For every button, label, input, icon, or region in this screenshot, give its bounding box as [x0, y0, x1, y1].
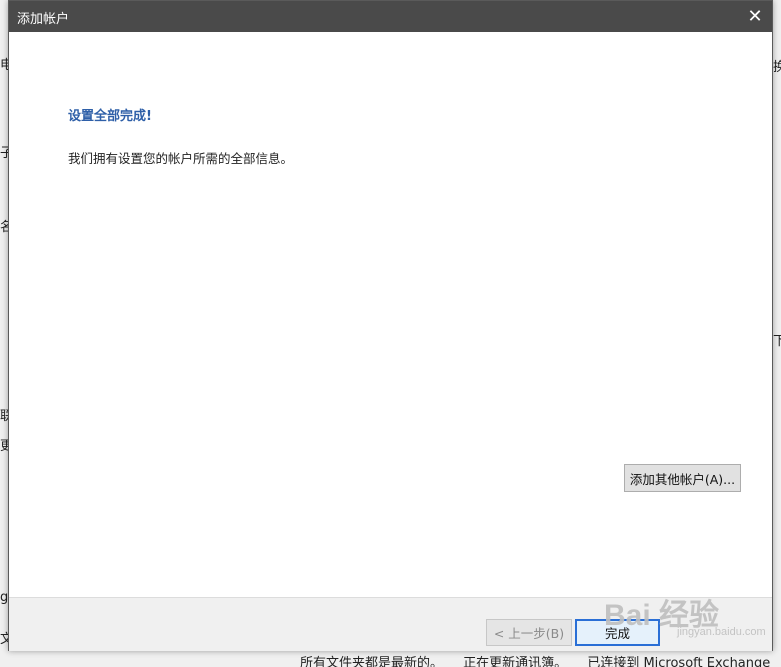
- background-text: 更: [0, 439, 8, 454]
- completion-description: 我们拥有设置您的帐户所需的全部信息。: [68, 151, 294, 166]
- background-text: 子: [0, 146, 8, 161]
- dialog-titlebar[interactable]: 添加帐户 ✕: [9, 1, 772, 32]
- close-icon[interactable]: ✕: [738, 1, 772, 32]
- background-text: 电: [0, 58, 8, 73]
- screen: 电 子 名 联 更 g 文 换 下 所有文件夹都是最新的。 正在更新通讯簿。 已…: [0, 0, 781, 667]
- dialog-footer: < 上一步(B) 完成: [9, 597, 772, 651]
- background-text: g: [0, 590, 8, 605]
- back-button[interactable]: < 上一步(B): [486, 619, 572, 646]
- status-text: 正在更新通讯簿。: [463, 656, 568, 667]
- dialog-title: 添加帐户: [17, 12, 70, 27]
- dialog-content: 设置全部完成! 我们拥有设置您的帐户所需的全部信息。 添加其他帐户(A)...: [9, 32, 772, 597]
- background-text: 联: [0, 409, 8, 424]
- add-other-account-button[interactable]: 添加其他帐户(A)...: [624, 464, 741, 492]
- background-text: 文: [0, 632, 8, 647]
- background-text: 名: [0, 220, 8, 235]
- status-text: 已连接到 Microsoft Exchange: [587, 656, 770, 667]
- background-status-bar: 所有文件夹都是最新的。 正在更新通讯簿。 已连接到 Microsoft Exch…: [300, 652, 770, 667]
- status-text: 所有文件夹都是最新的。: [300, 656, 444, 667]
- background-text: 换: [773, 60, 781, 75]
- add-account-dialog: 添加帐户 ✕ 设置全部完成! 我们拥有设置您的帐户所需的全部信息。 添加其他帐户…: [8, 0, 773, 651]
- background-text: 下: [773, 334, 781, 349]
- finish-button[interactable]: 完成: [575, 619, 660, 646]
- completion-heading: 设置全部完成!: [68, 109, 152, 124]
